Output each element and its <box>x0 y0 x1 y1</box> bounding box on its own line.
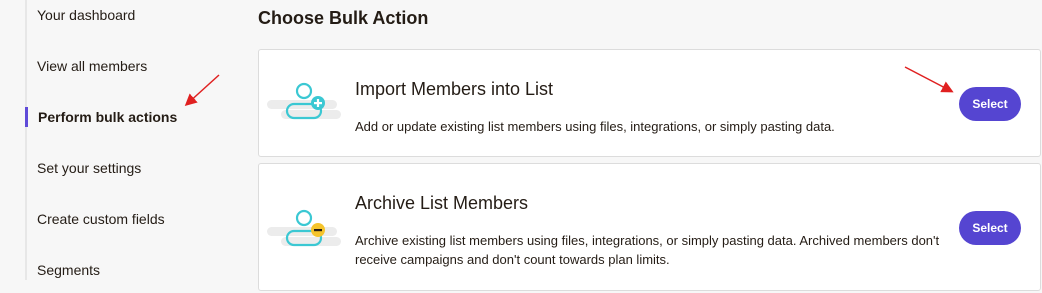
card-description: Add or update existing list members usin… <box>355 119 835 134</box>
active-indicator <box>25 107 28 127</box>
import-members-card: Import Members into List Add or update e… <box>258 49 1041 157</box>
archive-select-button[interactable]: Select <box>959 211 1021 245</box>
sidebar-item-dashboard[interactable]: Your dashboard <box>37 6 135 24</box>
sidebar-rail <box>25 0 27 280</box>
card-title: Import Members into List <box>355 79 554 99</box>
card-description: Archive existing list members using file… <box>355 233 940 267</box>
archive-members-card: Archive List Members Archive existing li… <box>258 163 1041 291</box>
sidebar-item-segments[interactable]: Segments <box>37 261 100 279</box>
sidebar-item-view-members[interactable]: View all members <box>37 57 147 75</box>
user-archive-icon <box>267 209 341 247</box>
card-title: Archive List Members <box>355 193 529 213</box>
user-add-icon <box>267 82 341 120</box>
sidebar-item-settings[interactable]: Set your settings <box>37 159 141 177</box>
page-title: Choose Bulk Action <box>258 8 429 28</box>
sidebar: Your dashboard View all members Perform … <box>0 0 232 293</box>
sidebar-item-custom-fields[interactable]: Create custom fields <box>37 210 165 228</box>
sidebar-item-bulk-actions[interactable]: Perform bulk actions <box>38 108 177 126</box>
import-select-button[interactable]: Select <box>959 87 1021 121</box>
